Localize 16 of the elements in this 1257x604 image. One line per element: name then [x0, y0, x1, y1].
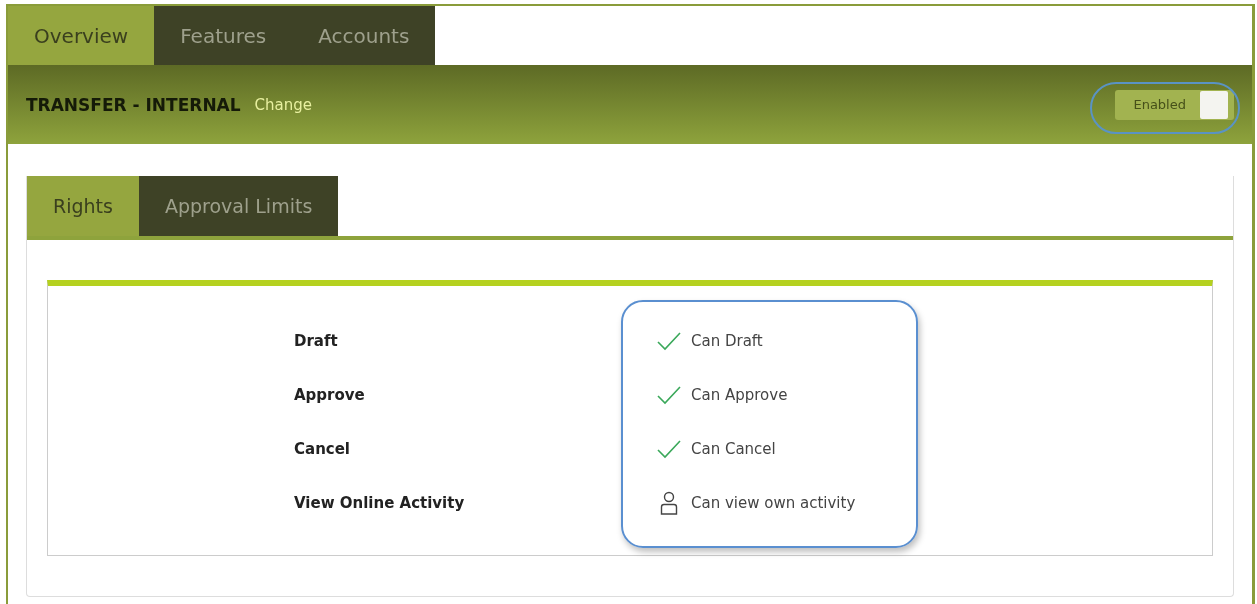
right-value: Can Draft	[691, 332, 764, 350]
right-name: View Online Activity	[293, 494, 466, 512]
right-value: Can Cancel	[691, 440, 777, 458]
right-name: Approve	[293, 386, 366, 404]
change-link[interactable]: Change	[254, 95, 313, 114]
tab[interactable]: Features	[154, 6, 293, 65]
enabled-toggle[interactable]: Enabled	[1115, 89, 1234, 120]
right-name: Cancel	[293, 440, 351, 458]
tab[interactable]: Overview	[8, 6, 155, 65]
tab[interactable]: Rights	[27, 176, 139, 236]
right-name: Draft	[293, 332, 339, 350]
right-value: Can view own activity	[691, 494, 857, 512]
tab[interactable]: Approval Limits	[138, 176, 339, 236]
right-value: Can Approve	[691, 386, 789, 404]
feature-title: TRANSFER - INTERNAL	[26, 94, 241, 115]
tab[interactable]: Accounts	[292, 6, 436, 65]
